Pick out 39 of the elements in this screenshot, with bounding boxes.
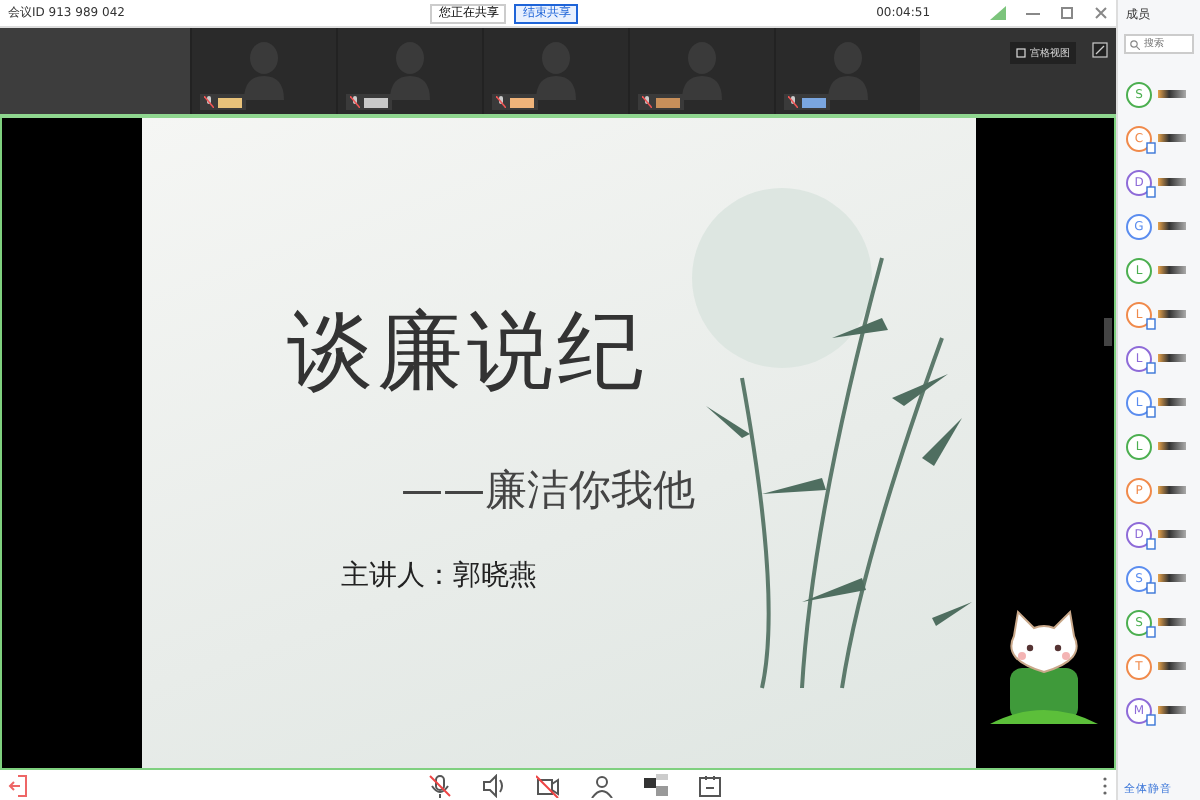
fullscreen-icon[interactable] — [1092, 42, 1108, 58]
name-mosaic — [1158, 618, 1186, 626]
leave-icon[interactable] — [8, 773, 28, 797]
cat-sticker-drawing — [990, 608, 1098, 728]
more-icon[interactable] — [1102, 775, 1108, 795]
grid-view-icon — [1016, 48, 1026, 58]
name-mosaic — [1158, 706, 1186, 714]
search-icon — [1130, 39, 1140, 49]
side-handle-icon[interactable] — [1104, 318, 1112, 346]
name-mosaic — [1158, 398, 1186, 406]
name-mosaic — [656, 97, 680, 107]
share-icon[interactable] — [644, 773, 668, 797]
speaker-line: 主讲人：郭晓燕 — [341, 558, 537, 594]
speaker-icon[interactable] — [482, 773, 506, 797]
name-mosaic — [1158, 178, 1186, 186]
name-mosaic — [1158, 310, 1186, 318]
person-icon[interactable] — [590, 773, 614, 797]
name-mosaic — [364, 97, 388, 107]
name-mosaic — [1158, 266, 1186, 274]
name-mosaic — [802, 97, 826, 107]
calendar-icon[interactable] — [698, 773, 722, 797]
camera-off-icon[interactable] — [536, 773, 560, 797]
name-mosaic — [1158, 486, 1186, 494]
close-icon[interactable] — [1094, 6, 1109, 20]
name-mosaic — [1158, 134, 1186, 142]
name-mosaic — [1158, 662, 1186, 670]
name-mosaic — [1158, 574, 1186, 582]
name-mosaic — [1158, 90, 1186, 98]
name-mosaic — [218, 97, 242, 107]
maximize-icon[interactable] — [1060, 6, 1075, 20]
slide-subtitle: ——廉洁你我他 — [401, 464, 695, 518]
microphone-off-icon[interactable] — [428, 773, 452, 797]
name-mosaic — [1158, 354, 1186, 362]
name-mosaic — [1158, 442, 1186, 450]
name-mosaic — [1158, 222, 1186, 230]
name-mosaic — [510, 97, 534, 107]
name-mosaic — [1158, 530, 1186, 538]
slide-title: 谈廉说纪 — [287, 300, 647, 406]
signal-icon — [990, 6, 1007, 20]
